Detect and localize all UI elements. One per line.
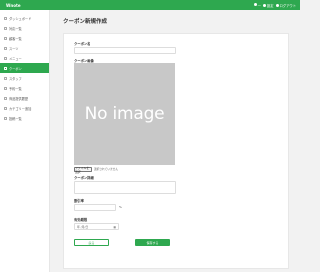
coupon-form-card: クーポン名 クーポン画像 No image ファイルを選択 選択されていません … bbox=[63, 33, 289, 269]
dashboard-icon bbox=[4, 16, 7, 20]
coupon-icon bbox=[4, 66, 7, 70]
settings-link[interactable]: 設定 bbox=[262, 3, 274, 8]
coupon-detail-label: クーポン詳細 bbox=[74, 176, 94, 180]
expiry-date-input[interactable]: 年 /月/日 ▦ bbox=[74, 223, 119, 230]
gear-icon bbox=[262, 3, 266, 7]
file-select-button[interactable]: ファイルを選択 bbox=[74, 166, 92, 174]
sidebar-item-add-category[interactable]: カテゴリー追加 bbox=[0, 103, 49, 113]
expiry-date-value: 年 /月/日 bbox=[77, 224, 89, 229]
sidebar-item-product-history[interactable]: 商品提供履歴 bbox=[0, 93, 49, 103]
logout-link[interactable]: ログアウト bbox=[275, 3, 296, 8]
expiry-label: 有効期限 bbox=[74, 218, 88, 222]
coupon-name-label: クーポン名 bbox=[74, 42, 91, 46]
add-icon bbox=[4, 106, 7, 110]
sidebar-item-coupons[interactable]: クーポン bbox=[0, 63, 49, 73]
sidebar-item-posts[interactable]: 投稿一覧 bbox=[0, 113, 49, 123]
back-button[interactable]: 戻る bbox=[74, 239, 109, 246]
discount-suffix: % bbox=[119, 205, 122, 209]
list-icon bbox=[4, 26, 7, 30]
suit-icon bbox=[4, 46, 7, 50]
app-brand[interactable]: Wnote bbox=[6, 3, 21, 8]
logout-icon bbox=[275, 3, 279, 7]
sidebar-item-menu[interactable]: メニュー bbox=[0, 53, 49, 63]
save-button[interactable]: 保存する bbox=[135, 239, 170, 246]
calendar-icon bbox=[4, 86, 7, 90]
discount-input[interactable] bbox=[74, 204, 116, 211]
sidebar-item-dashboard[interactable]: ダッシュボード bbox=[0, 13, 49, 23]
coupon-image-preview: No image bbox=[74, 63, 175, 165]
file-status-text: 選択されていません bbox=[94, 167, 119, 171]
history-icon bbox=[4, 96, 7, 100]
top-bar: Wnote — 設定 ログアウト bbox=[0, 0, 300, 10]
no-image-text: No image bbox=[84, 104, 165, 124]
staff-icon bbox=[4, 76, 7, 80]
sidebar-item-staff[interactable]: スタッフ bbox=[0, 73, 49, 83]
page-title: クーポン新規作成 bbox=[63, 19, 108, 25]
sidebar-item-reservations[interactable]: 予約一覧 bbox=[0, 83, 49, 93]
users-icon bbox=[4, 36, 7, 40]
coupon-detail-textarea[interactable] bbox=[74, 181, 176, 194]
menu-icon[interactable]: — bbox=[253, 3, 261, 7]
calendar-icon[interactable]: ▦ bbox=[113, 225, 116, 229]
sidebar: ダッシュボード 対応一覧 顧客一覧 スーツ メニュー クーポン スタッフ 予約一… bbox=[0, 10, 50, 272]
post-icon bbox=[4, 116, 7, 120]
sidebar-item-suits[interactable]: スーツ bbox=[0, 43, 49, 53]
sidebar-item-customers[interactable]: 顧客一覧 bbox=[0, 33, 49, 43]
header-right-menu: — 設定 ログアウト bbox=[253, 3, 296, 8]
sidebar-item-responses[interactable]: 対応一覧 bbox=[0, 23, 49, 33]
menu-icon bbox=[4, 56, 7, 60]
coupon-name-input[interactable] bbox=[74, 47, 176, 54]
discount-label: 割引率 bbox=[74, 199, 84, 203]
